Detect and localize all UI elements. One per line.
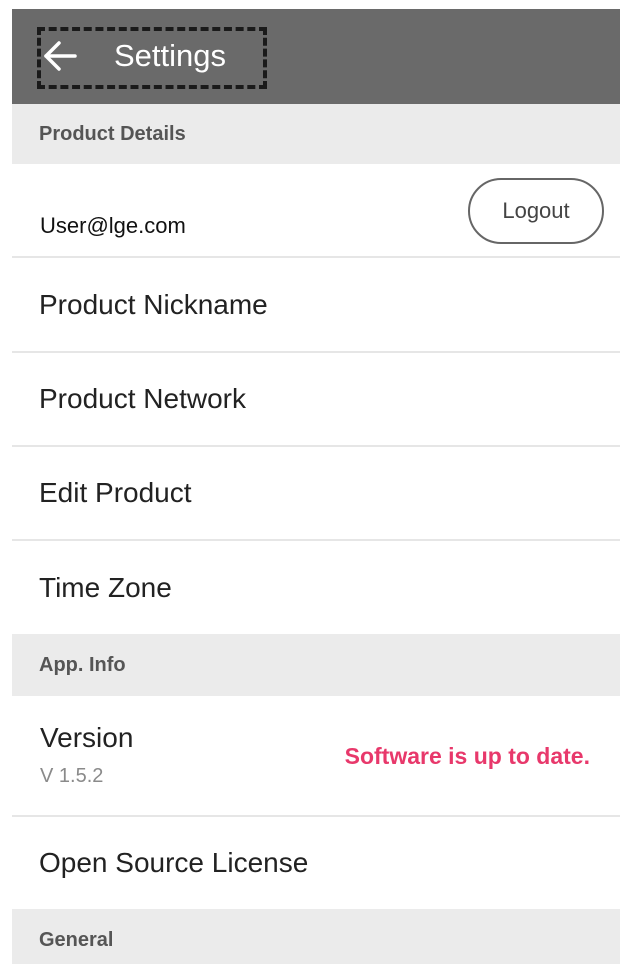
section-header-general: General	[12, 909, 620, 964]
list-item-product-network[interactable]: Product Network	[12, 353, 620, 445]
version-number: V 1.5.2	[40, 765, 104, 787]
list-item-edit-product[interactable]: Edit Product	[12, 447, 620, 539]
account-email: User@lge.com	[40, 213, 186, 238]
logout-button[interactable]: Logout	[468, 178, 604, 244]
version-status-text: Software is up to date.	[344, 743, 590, 769]
list-item-product-nickname[interactable]: Product Nickname	[12, 258, 620, 351]
settings-screen: Settings Product Details User@lge.com Lo…	[0, 0, 620, 964]
section-header-product-details: Product Details	[12, 104, 620, 164]
list-item-time-zone[interactable]: Time Zone	[12, 541, 620, 634]
top-app-bar: Settings	[12, 9, 620, 104]
back-button[interactable]	[42, 37, 78, 75]
page-title: Settings	[114, 38, 227, 73]
arrow-left-icon	[44, 41, 77, 71]
section-header-app-info: App. Info	[12, 634, 620, 696]
version-label: Version	[40, 722, 134, 753]
list-item-open-source-license[interactable]: Open Source License	[12, 817, 620, 909]
